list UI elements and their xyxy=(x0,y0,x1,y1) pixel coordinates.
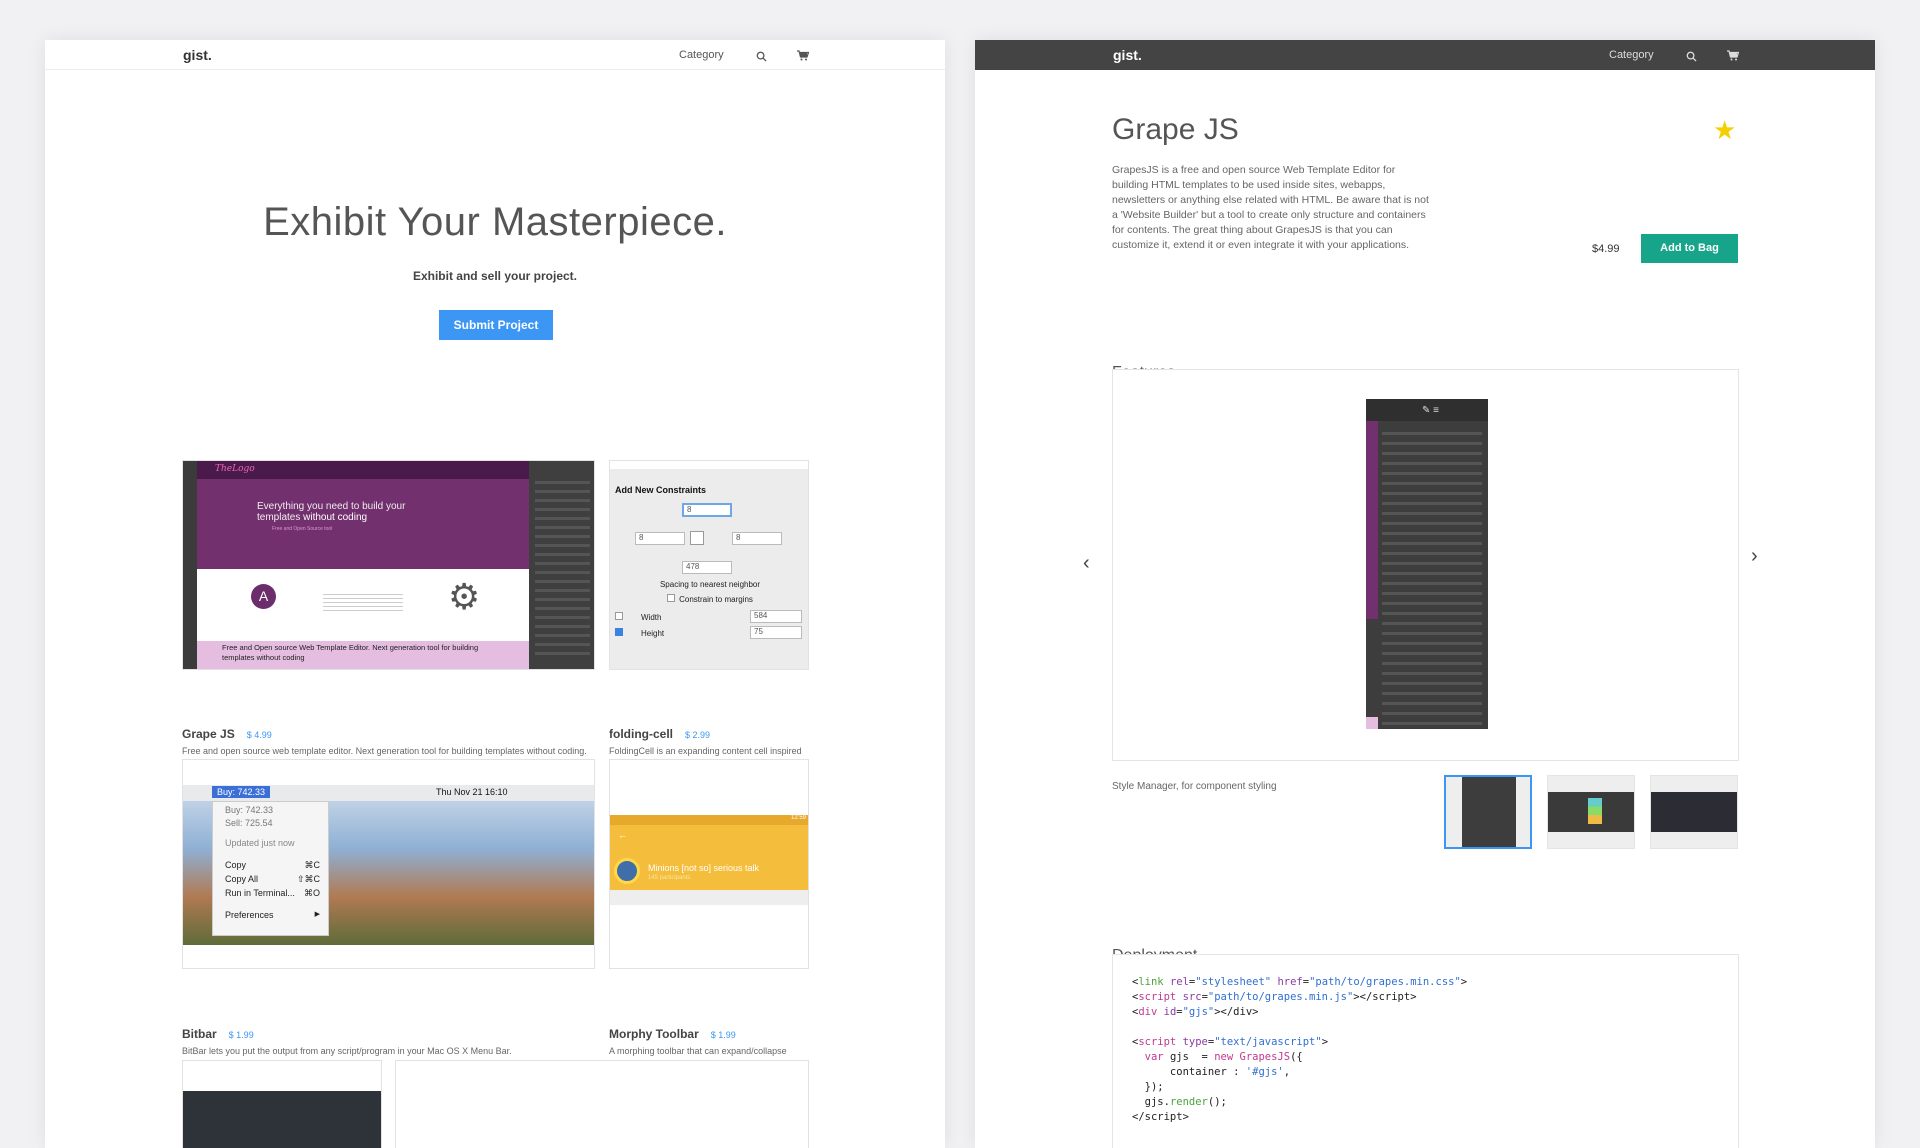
site-logo[interactable]: gist. xyxy=(1113,47,1142,63)
card-image-folding-cell[interactable]: Add New Constraints 8 8 8 478 Spacing to… xyxy=(609,460,809,670)
search-icon[interactable] xyxy=(1686,49,1697,67)
card-price: $ 4.99 xyxy=(246,730,272,740)
preview-footer: Free and Open source Web Template Editor… xyxy=(197,641,529,669)
menu-item-run-terminal: Run in Terminal... xyxy=(225,888,295,898)
menu-item-copy-all: Copy All xyxy=(225,874,259,884)
card-image-bitbar[interactable]: Buy: 742.33 Thu Nov 21 16:10 Buy: 742.33… xyxy=(182,759,595,969)
gallery-caption: Style Manager, for component styling xyxy=(1112,781,1277,792)
editor-side-panel xyxy=(529,461,594,669)
add-to-bag-button[interactable]: Add to Bag xyxy=(1641,234,1738,263)
editor-toolbar xyxy=(183,461,197,669)
preview-tag: Free and Open Source tool xyxy=(272,526,333,532)
brush-icon: ✎ ≡ xyxy=(1422,405,1439,416)
card-title-morphy-toolbar[interactable]: Morphy Toolbar $ 1.99 xyxy=(609,1027,736,1041)
preview-logo: TheLogo xyxy=(215,464,255,474)
gallery-prev-arrow-icon[interactable]: ‹ xyxy=(1083,552,1090,575)
gallery-thumbnail-1[interactable] xyxy=(1444,775,1532,849)
menu-item-copy: Copy xyxy=(225,860,247,870)
card-image-partial-1[interactable] xyxy=(182,1060,382,1148)
card-price: $ 1.99 xyxy=(228,1030,254,1040)
card-image-morphy-toolbar[interactable]: 12:59 ← Minions [not so] serious talk 14… xyxy=(609,759,809,969)
card-title-folding-cell[interactable]: folding-cell $ 2.99 xyxy=(609,727,710,741)
preview-headline-2: templates without coding xyxy=(257,512,368,523)
toolbar-subtitle: 145 participants xyxy=(648,875,691,881)
nav-category-link[interactable]: Category xyxy=(679,49,724,61)
spacing-label: Spacing to nearest neighbor xyxy=(659,580,761,589)
chevron-right-icon: ▶ xyxy=(314,911,320,918)
menu-clock: Thu Nov 21 16:10 xyxy=(436,787,508,797)
home-page-panel: gist. Category Exhibit Your Masterpiece.… xyxy=(45,40,945,1148)
constraint-box xyxy=(690,531,704,545)
preview-banner: Everything you need to build your templa… xyxy=(197,479,529,569)
minion-avatar xyxy=(614,858,640,884)
style-manager-screenshot: ✎ ≡ xyxy=(1366,399,1488,729)
card-image-grapejs[interactable]: TheLogo Everything you need to build you… xyxy=(182,460,595,670)
gallery-thumbnail-3[interactable] xyxy=(1650,775,1738,849)
gallery-thumbnail-2[interactable] xyxy=(1547,775,1635,849)
constraint-top-field: 8 xyxy=(682,503,732,517)
status-bar: 12:59 xyxy=(610,815,808,825)
hero-title: Exhibit Your Masterpiece. xyxy=(263,200,727,244)
height-field: 75 xyxy=(750,626,802,639)
preview-headline: Everything you need to build your xyxy=(257,501,406,512)
card-title-grapejs[interactable]: Grape JS $ 4.99 xyxy=(182,727,272,741)
gallery-next-arrow-icon[interactable]: › xyxy=(1751,545,1758,568)
favorite-star-icon[interactable]: ★ xyxy=(1713,115,1736,146)
menu-item-preferences: Preferences xyxy=(225,910,274,920)
hero-subtitle: Exhibit and sell your project. xyxy=(412,269,578,283)
submit-project-button[interactable]: Submit Project xyxy=(439,310,553,340)
bitbar-dropdown-menu: Buy: 742.33 Sell: 725.54 Updated just no… xyxy=(212,801,329,936)
product-title: Grape JS xyxy=(1112,113,1239,146)
nav-category-link[interactable]: Category xyxy=(1609,49,1654,61)
toolbar-preview: ← Minions [not so] serious talk 145 part… xyxy=(610,825,808,890)
preview-text-lines xyxy=(323,591,403,611)
toolbar-title: Minions [not so] serious talk xyxy=(648,863,760,873)
deployment-code-block: <link rel="stylesheet" href="path/to/gra… xyxy=(1112,954,1739,1148)
cart-icon[interactable] xyxy=(1727,48,1740,66)
top-nav-dark: gist. Category xyxy=(975,40,1875,70)
card-price: $ 1.99 xyxy=(710,1030,736,1040)
avatar: A xyxy=(251,584,276,609)
width-field: 584 xyxy=(750,610,802,623)
cart-icon[interactable] xyxy=(797,48,810,66)
product-price: $4.99 xyxy=(1592,243,1620,255)
card-description: Free and open source web template editor… xyxy=(182,746,587,756)
site-logo[interactable]: gist. xyxy=(183,47,212,63)
search-icon[interactable] xyxy=(756,49,767,67)
width-row: Width xyxy=(615,612,661,622)
card-image-partial-2[interactable] xyxy=(395,1060,809,1148)
height-row: Height xyxy=(615,628,664,638)
card-price: $ 2.99 xyxy=(685,730,711,740)
constraint-right-field: 8 xyxy=(732,532,782,545)
card-description: BitBar lets you put the output from any … xyxy=(182,1046,512,1056)
top-nav: gist. Category xyxy=(45,40,945,70)
gear-icon: ⚙ xyxy=(448,576,481,617)
constraint-left-field: 8 xyxy=(635,532,685,545)
product-page-panel: gist. Category Grape JS ★ GrapesJS is a … xyxy=(975,40,1875,1148)
back-arrow-icon: ← xyxy=(618,830,627,840)
constraints-title: Add New Constraints xyxy=(615,485,707,495)
preview-header: TheLogo xyxy=(197,461,529,479)
product-description: GrapesJS is a free and open source Web T… xyxy=(1112,164,1429,251)
bitbar-badge: Buy: 742.33 xyxy=(212,786,271,798)
constrain-margins-row: Constrain to margins xyxy=(610,594,808,604)
constraint-bottom-field: 478 xyxy=(682,561,732,574)
card-title-bitbar[interactable]: Bitbar $ 1.99 xyxy=(182,1027,254,1041)
mac-menu-bar: Buy: 742.33 Thu Nov 21 16:10 xyxy=(183,785,594,801)
feature-gallery: ✎ ≡ xyxy=(1112,369,1739,761)
